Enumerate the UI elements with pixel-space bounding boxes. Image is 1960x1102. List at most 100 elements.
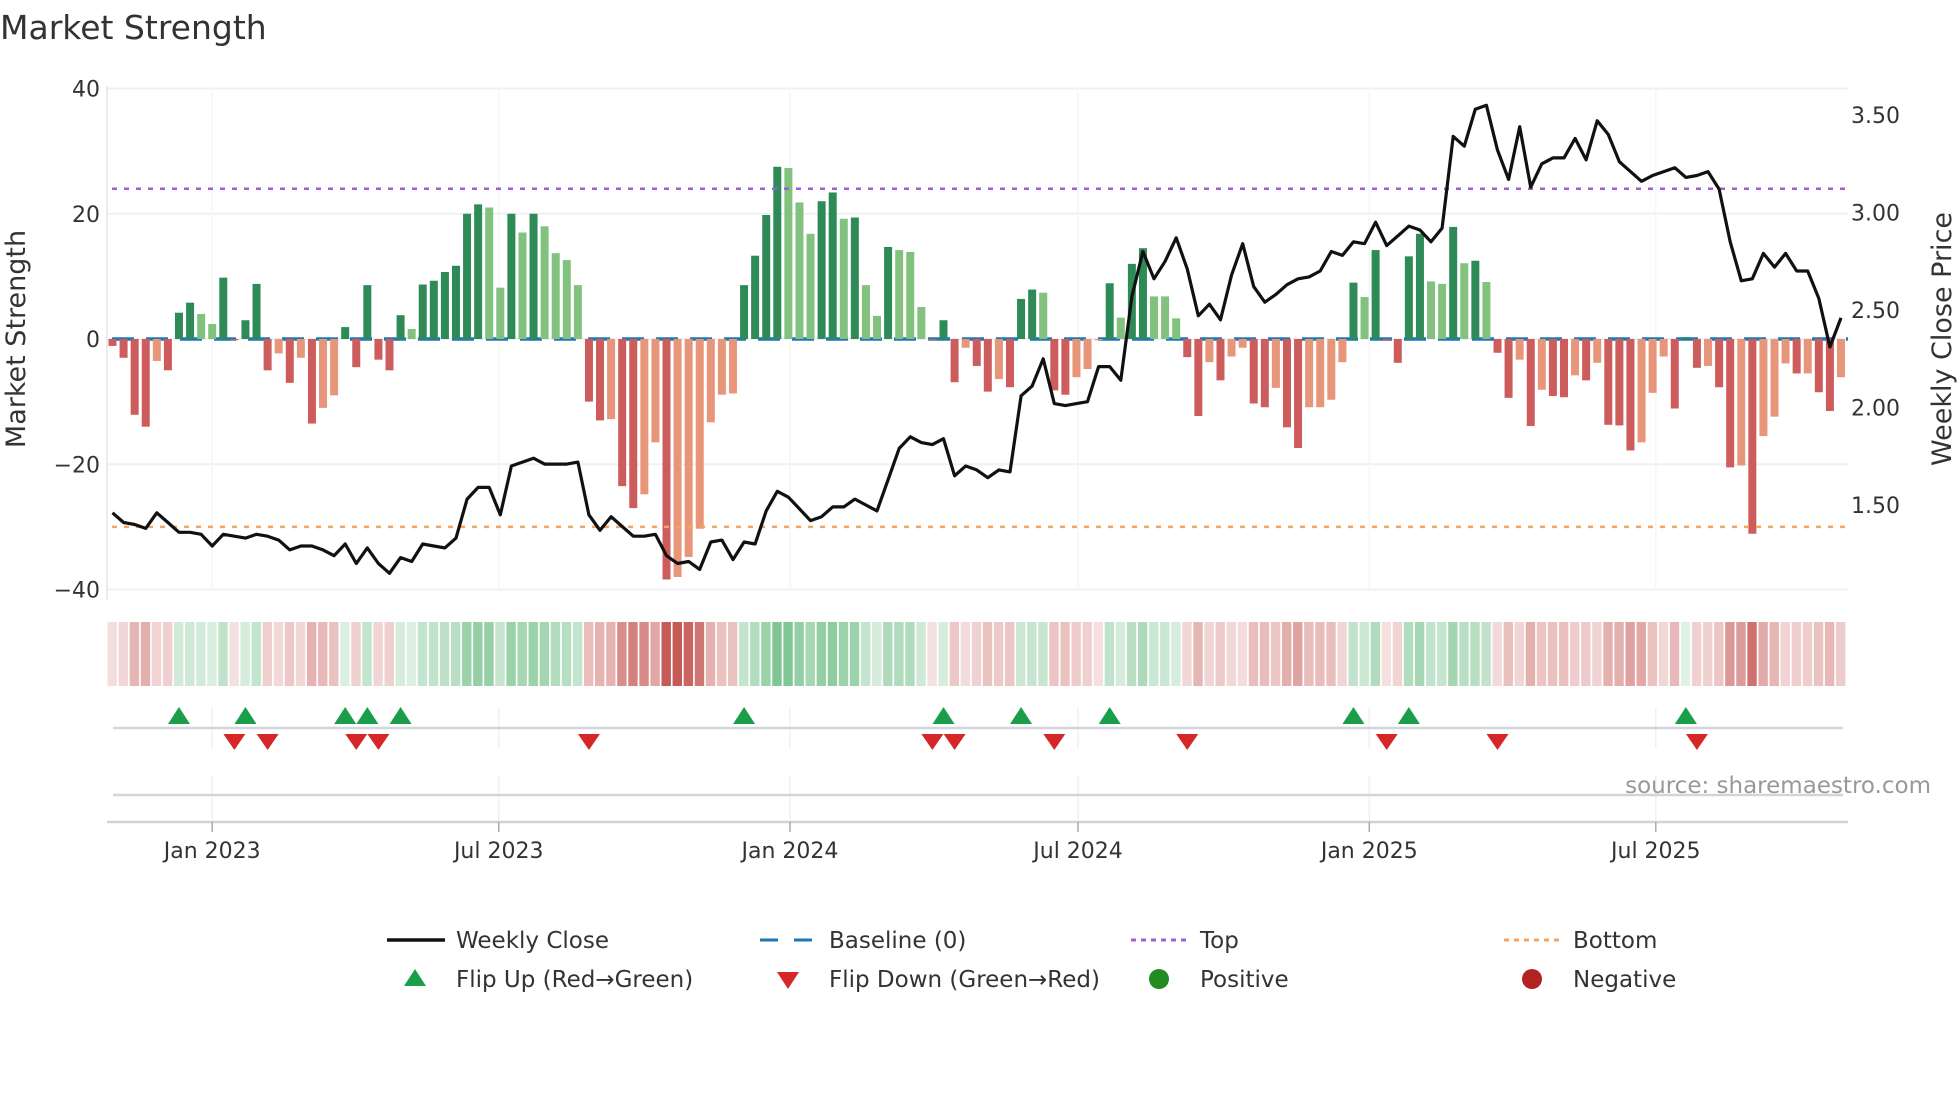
negative-bar (972, 339, 981, 366)
positive-bar (1415, 233, 1424, 339)
negative-bar (1515, 339, 1524, 360)
negative-bar (1648, 339, 1657, 393)
negative-bar (695, 339, 704, 529)
strength-bars (108, 166, 1845, 580)
heatmap-cell (1570, 622, 1580, 686)
positive-bar (186, 302, 195, 339)
left-tick-label: −20 (54, 453, 100, 478)
positive-bar (1360, 297, 1369, 339)
negative-bar (1094, 339, 1103, 341)
heatmap-cell (716, 622, 727, 686)
source-credit: source: sharemaestro.com (1625, 773, 1931, 799)
negative-bar (928, 339, 937, 341)
negative-bar (352, 339, 361, 368)
heatmap-cell (960, 622, 971, 686)
positive-bar (1172, 318, 1181, 339)
heatmap-cell (905, 622, 915, 686)
circle-icon (1149, 969, 1169, 989)
right-tick-label: 3.00 (1851, 202, 1900, 227)
negative-bar (950, 339, 959, 383)
heatmap-cell (739, 622, 749, 686)
negative-bar (307, 339, 316, 424)
heatmap-cell (1714, 622, 1724, 686)
positive-bar (1039, 292, 1048, 339)
heatmap-cell (1248, 622, 1259, 686)
heatmap-cell (340, 622, 350, 686)
positive-bar (396, 315, 405, 339)
heatmap-cell (1049, 622, 1059, 686)
negative-bar (1271, 339, 1280, 388)
positive-bar (518, 232, 527, 339)
negative-bar (618, 339, 627, 487)
negative-bar (961, 339, 970, 348)
flip-markers-lane (113, 707, 1843, 797)
negative-bar (662, 339, 671, 580)
flip-up-marker (356, 707, 379, 724)
right-tick-label: 2.00 (1851, 397, 1900, 422)
positive-bar (429, 280, 438, 339)
positive-bar (551, 253, 560, 339)
heatmap-cell (1437, 622, 1447, 686)
heatmap-cell (883, 622, 893, 686)
heatmap-cell (1769, 622, 1779, 686)
negative-bar (1194, 339, 1203, 417)
heatmap-cell (1315, 622, 1325, 686)
left-tick-label: −40 (54, 579, 100, 604)
heatmap-cell (1115, 622, 1126, 686)
negative-bar (1571, 339, 1580, 376)
negative-bar (1238, 339, 1247, 348)
legend-item-negative: Negative (1522, 967, 1676, 993)
heatmap-cell (273, 622, 284, 686)
heatmap-cell (1747, 622, 1757, 686)
legend-label: Baseline (0) (829, 928, 966, 954)
heatmap-cell (1703, 622, 1713, 686)
heatmap-cell (1647, 622, 1658, 686)
negative-bar (1072, 339, 1081, 378)
triangle-down-icon (777, 972, 799, 989)
negative-bar (1216, 339, 1225, 381)
negative-bar (706, 339, 715, 423)
flip-up-marker (1098, 707, 1121, 724)
heatmap-cell (1171, 622, 1181, 686)
legend-label: Flip Down (Green→Red) (829, 967, 1100, 993)
strength-heatmap-strip (107, 622, 1846, 686)
positive-bar (795, 202, 804, 339)
negative-bar (1770, 339, 1779, 417)
heatmap-cell (1525, 622, 1536, 686)
positive-bar (197, 313, 206, 339)
negative-bar (385, 339, 394, 371)
heatmap-cell (1725, 622, 1735, 686)
heatmap-cell (583, 622, 594, 686)
heatmap-cell (484, 622, 494, 686)
flip-up-marker (334, 707, 357, 724)
positive-bar (529, 213, 538, 339)
negative-bar (1803, 339, 1812, 374)
negative-bar (1825, 339, 1834, 412)
heatmap-cell (1237, 622, 1248, 686)
negative-bar (296, 339, 305, 358)
heatmap-cell (761, 622, 771, 686)
heatmap-cell (473, 622, 483, 686)
heatmap-cell (539, 622, 550, 686)
negative-bar (1659, 339, 1668, 357)
heatmap-cell (982, 622, 993, 686)
heatmap-cell (606, 622, 616, 686)
flip-down-marker (367, 734, 390, 750)
heatmap-cell (772, 622, 782, 686)
heatmap-cell (1337, 622, 1347, 686)
flip-up-marker (1342, 707, 1365, 724)
heatmap-cell (118, 622, 128, 686)
heatmap-cell (284, 622, 295, 686)
heatmap-cell (993, 622, 1004, 686)
negative-bar (1305, 339, 1314, 408)
heatmap-cell (1082, 622, 1092, 686)
heatmap-cell (1691, 622, 1702, 686)
negative-bar (1249, 339, 1258, 404)
positive-bar (939, 320, 948, 339)
heatmap-cell (218, 622, 228, 686)
positive-bar (1427, 281, 1436, 339)
heatmap-cell (561, 622, 572, 686)
negative-bar (163, 339, 172, 371)
positive-bar (773, 166, 782, 339)
positive-bar (474, 204, 483, 339)
